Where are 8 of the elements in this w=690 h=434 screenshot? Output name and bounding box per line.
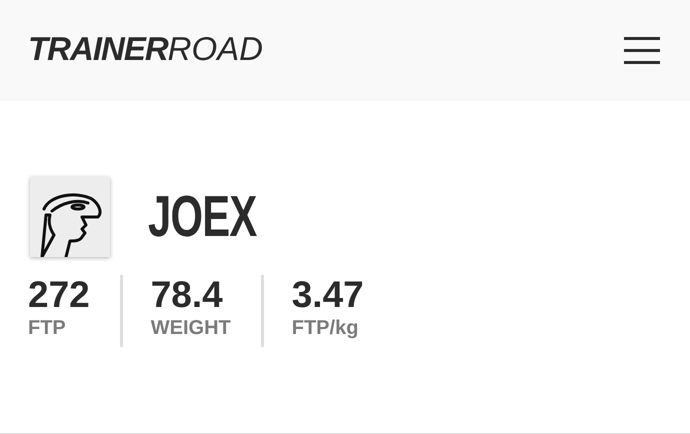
stat-value: 78.4 xyxy=(150,275,224,315)
user-name: JOEX xyxy=(148,188,257,246)
stat-label: FTP/kg xyxy=(292,316,360,341)
stat-label: WEIGHT xyxy=(150,316,231,341)
logo: TRAINERROAD xyxy=(28,30,264,68)
stat-label: FTP xyxy=(28,316,67,341)
stat-value: 272 xyxy=(28,275,90,315)
stat-value: 3.47 xyxy=(292,275,364,315)
